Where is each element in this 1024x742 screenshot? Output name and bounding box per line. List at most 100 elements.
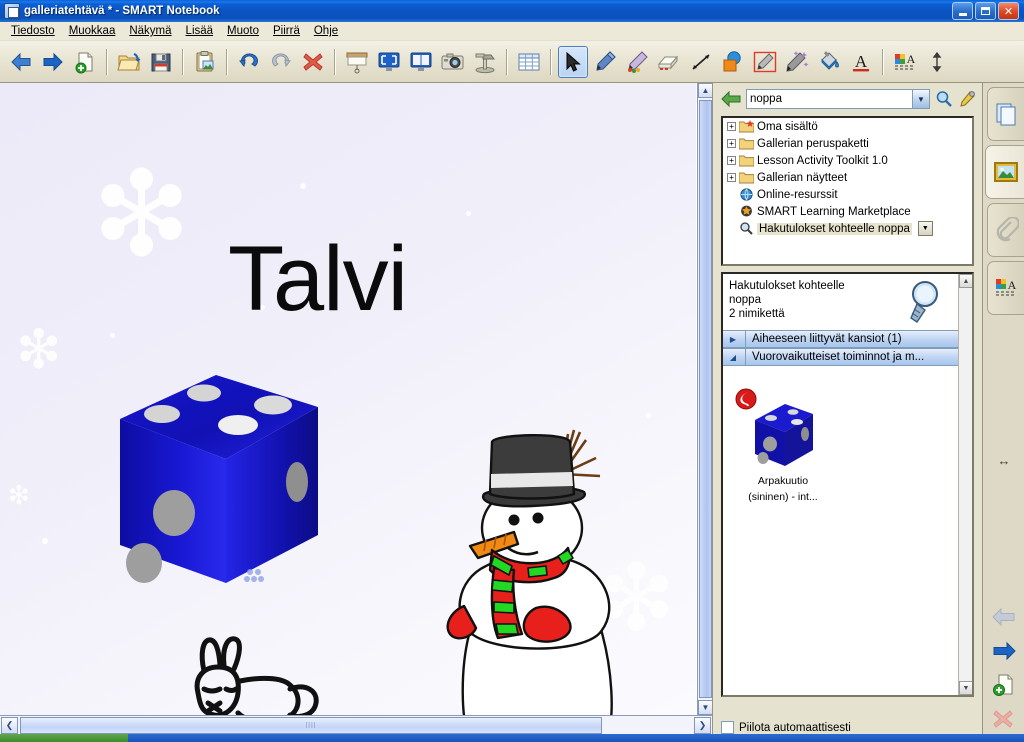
tree-item-online-resurssit[interactable]: Online-resurssit — [723, 186, 972, 203]
gallery-tree[interactable]: + Oma sisältö + Gallerian peruspaketti +… — [721, 116, 974, 266]
properties-tab[interactable]: A — [987, 261, 1024, 315]
blue-dice-thumb[interactable] — [735, 388, 827, 472]
menu-ohje[interactable]: Ohje — [307, 23, 345, 39]
add-page-icon[interactable] — [983, 668, 1024, 702]
prev-page-icon[interactable] — [983, 600, 1024, 634]
table-icon[interactable] — [514, 46, 544, 78]
manage-content-icon[interactable] — [958, 90, 976, 108]
scroll-down-button[interactable]: ▼ — [698, 700, 713, 715]
minimize-button[interactable] — [952, 2, 973, 20]
results-scroll-up-button[interactable]: ▲ — [959, 274, 972, 288]
gallery-tab[interactable] — [985, 145, 1024, 199]
gallery-search-field[interactable]: ▼ — [746, 89, 930, 109]
page-sorter-tab[interactable] — [987, 87, 1024, 141]
search-dropdown-arrow-icon[interactable]: ▼ — [912, 90, 929, 108]
expand-triangle-icon[interactable]: ▶ — [725, 335, 741, 344]
close-button[interactable]: ✕ — [998, 2, 1019, 20]
tree-item-label: Gallerian peruspaketti — [757, 137, 869, 150]
magic-pen-icon[interactable] — [782, 46, 812, 78]
properties-icon[interactable]: A — [890, 46, 920, 78]
text-icon[interactable]: A — [846, 46, 876, 78]
search-input[interactable] — [747, 91, 912, 107]
expander-icon[interactable]: + — [727, 122, 736, 131]
start-button-strip[interactable] — [0, 734, 128, 742]
scroll-right-button[interactable]: ❯ — [694, 716, 711, 734]
line-icon[interactable] — [686, 46, 716, 78]
snow-dot — [300, 183, 306, 189]
tree-item-hakutulokset[interactable]: Hakutulokset kohteelle noppa ▼ — [723, 220, 972, 237]
full-screen-icon[interactable] — [374, 46, 404, 78]
canvas-horizontal-scrollbar[interactable]: ❮ llll ❯ — [0, 715, 712, 734]
tree-item-oma-sisalto[interactable]: + Oma sisältö — [723, 118, 972, 135]
tree-item-smart-learning-marketplace[interactable]: SMART Learning Marketplace — [723, 203, 972, 220]
fill-icon[interactable] — [814, 46, 844, 78]
collapse-triangle-icon[interactable]: ◢ — [725, 353, 741, 362]
page-canvas-area[interactable]: ❇ ❇ ❇ ❇ Talvi — [0, 83, 712, 715]
snowman-object[interactable] — [428, 428, 650, 715]
forward-icon[interactable] — [38, 46, 68, 78]
rabbit-outline-object[interactable] — [178, 633, 326, 715]
paste-icon[interactable] — [190, 46, 220, 78]
gallery-back-icon[interactable] — [721, 91, 741, 107]
search-button-icon[interactable] — [935, 90, 953, 108]
document-camera-icon[interactable] — [470, 46, 500, 78]
menu-nakyma[interactable]: Näkymä — [122, 23, 178, 39]
page-title[interactable]: Talvi — [228, 233, 408, 325]
next-page-icon[interactable] — [983, 634, 1024, 668]
scroll-left-button[interactable]: ❮ — [1, 716, 18, 734]
menu-lisaa[interactable]: Lisää — [179, 23, 221, 39]
eraser-icon[interactable] — [654, 46, 684, 78]
creative-pen-icon[interactable] — [622, 46, 652, 78]
screen-shade-icon[interactable] — [342, 46, 372, 78]
new-page-icon[interactable] — [70, 46, 100, 78]
redo-icon[interactable] — [266, 46, 296, 78]
scroll-down-arrow: ▼ — [701, 703, 710, 712]
undo-icon[interactable] — [234, 46, 264, 78]
tree-item-gallerian-naytteet[interactable]: + Gallerian näytteet — [723, 169, 972, 186]
window-title: galleriatehtävä * - SMART Notebook — [24, 5, 220, 17]
dual-page-icon[interactable] — [406, 46, 436, 78]
gallery-result-item[interactable]: Arpakuutio (sininen) - int... — [733, 388, 833, 504]
menu-muoto[interactable]: Muoto — [220, 23, 266, 39]
results-dropdown-button[interactable]: ▼ — [917, 221, 933, 236]
hscroll-track[interactable] — [602, 717, 693, 734]
select-pointer-icon[interactable] — [558, 45, 588, 78]
tree-item-lesson-activity-toolkit[interactable]: + Lesson Activity Toolkit 1.0 — [723, 152, 972, 169]
move-toolbar-icon[interactable] — [922, 46, 952, 78]
scroll-up-button[interactable]: ▲ — [698, 83, 713, 98]
autohide-checkbox[interactable] — [721, 721, 734, 734]
panel-resize-handle[interactable]: ↔ — [983, 453, 1024, 468]
menu-piirra[interactable]: Piirrä — [266, 23, 307, 39]
maximize-button[interactable] — [975, 2, 996, 20]
back-icon[interactable] — [6, 46, 36, 78]
menu-tiedosto[interactable]: Tiedosto — [4, 23, 62, 39]
camera-icon[interactable] — [438, 46, 468, 78]
canvas-hscroll-thumb[interactable]: llll — [20, 716, 602, 734]
expander-icon[interactable]: + — [727, 156, 736, 165]
shapes-icon[interactable] — [718, 46, 748, 78]
attachments-tab[interactable] — [987, 203, 1024, 257]
open-file-icon[interactable] — [114, 46, 144, 78]
delete-icon[interactable] — [298, 46, 328, 78]
menu-muokkaa[interactable]: Muokkaa — [62, 23, 123, 39]
toolbar-separator — [334, 48, 336, 75]
results-section-interactive[interactable]: ◢ Vuorovaikutteiset toiminnot ja m... — [723, 348, 972, 366]
save-icon[interactable] — [146, 46, 176, 78]
gallery-results-panel[interactable]: Hakutulokset kohteelle noppa 2 nimikettä… — [721, 272, 974, 697]
expander-icon[interactable]: + — [727, 173, 736, 182]
results-section-related-folders[interactable]: ▶ Aiheeseen liittyvät kansiot (1) — [723, 330, 972, 348]
autohide-option[interactable]: Piilota automaattisesti — [721, 721, 851, 734]
page-canvas[interactable]: ❇ ❇ ❇ ❇ Talvi — [0, 83, 696, 715]
shape-pen-icon[interactable] — [750, 46, 780, 78]
delete-page-icon[interactable] — [983, 702, 1024, 736]
tree-item-gallerian-peruspaketti[interactable]: + Gallerian peruspaketti — [723, 135, 972, 152]
menu-muokkaa-label: Muokkaa — [68, 25, 116, 37]
results-scroll-down-button[interactable]: ▼ — [959, 681, 972, 695]
blue-dice-object[interactable] — [104, 367, 334, 602]
svg-text:A: A — [855, 52, 868, 71]
canvas-vscroll-thumb[interactable] — [699, 100, 712, 698]
canvas-vertical-scrollbar[interactable]: ▲ ▼ — [697, 83, 713, 715]
results-vertical-scrollbar[interactable]: ▲ ▼ — [958, 274, 972, 695]
pen-icon[interactable] — [590, 46, 620, 78]
expander-icon[interactable]: + — [727, 139, 736, 148]
